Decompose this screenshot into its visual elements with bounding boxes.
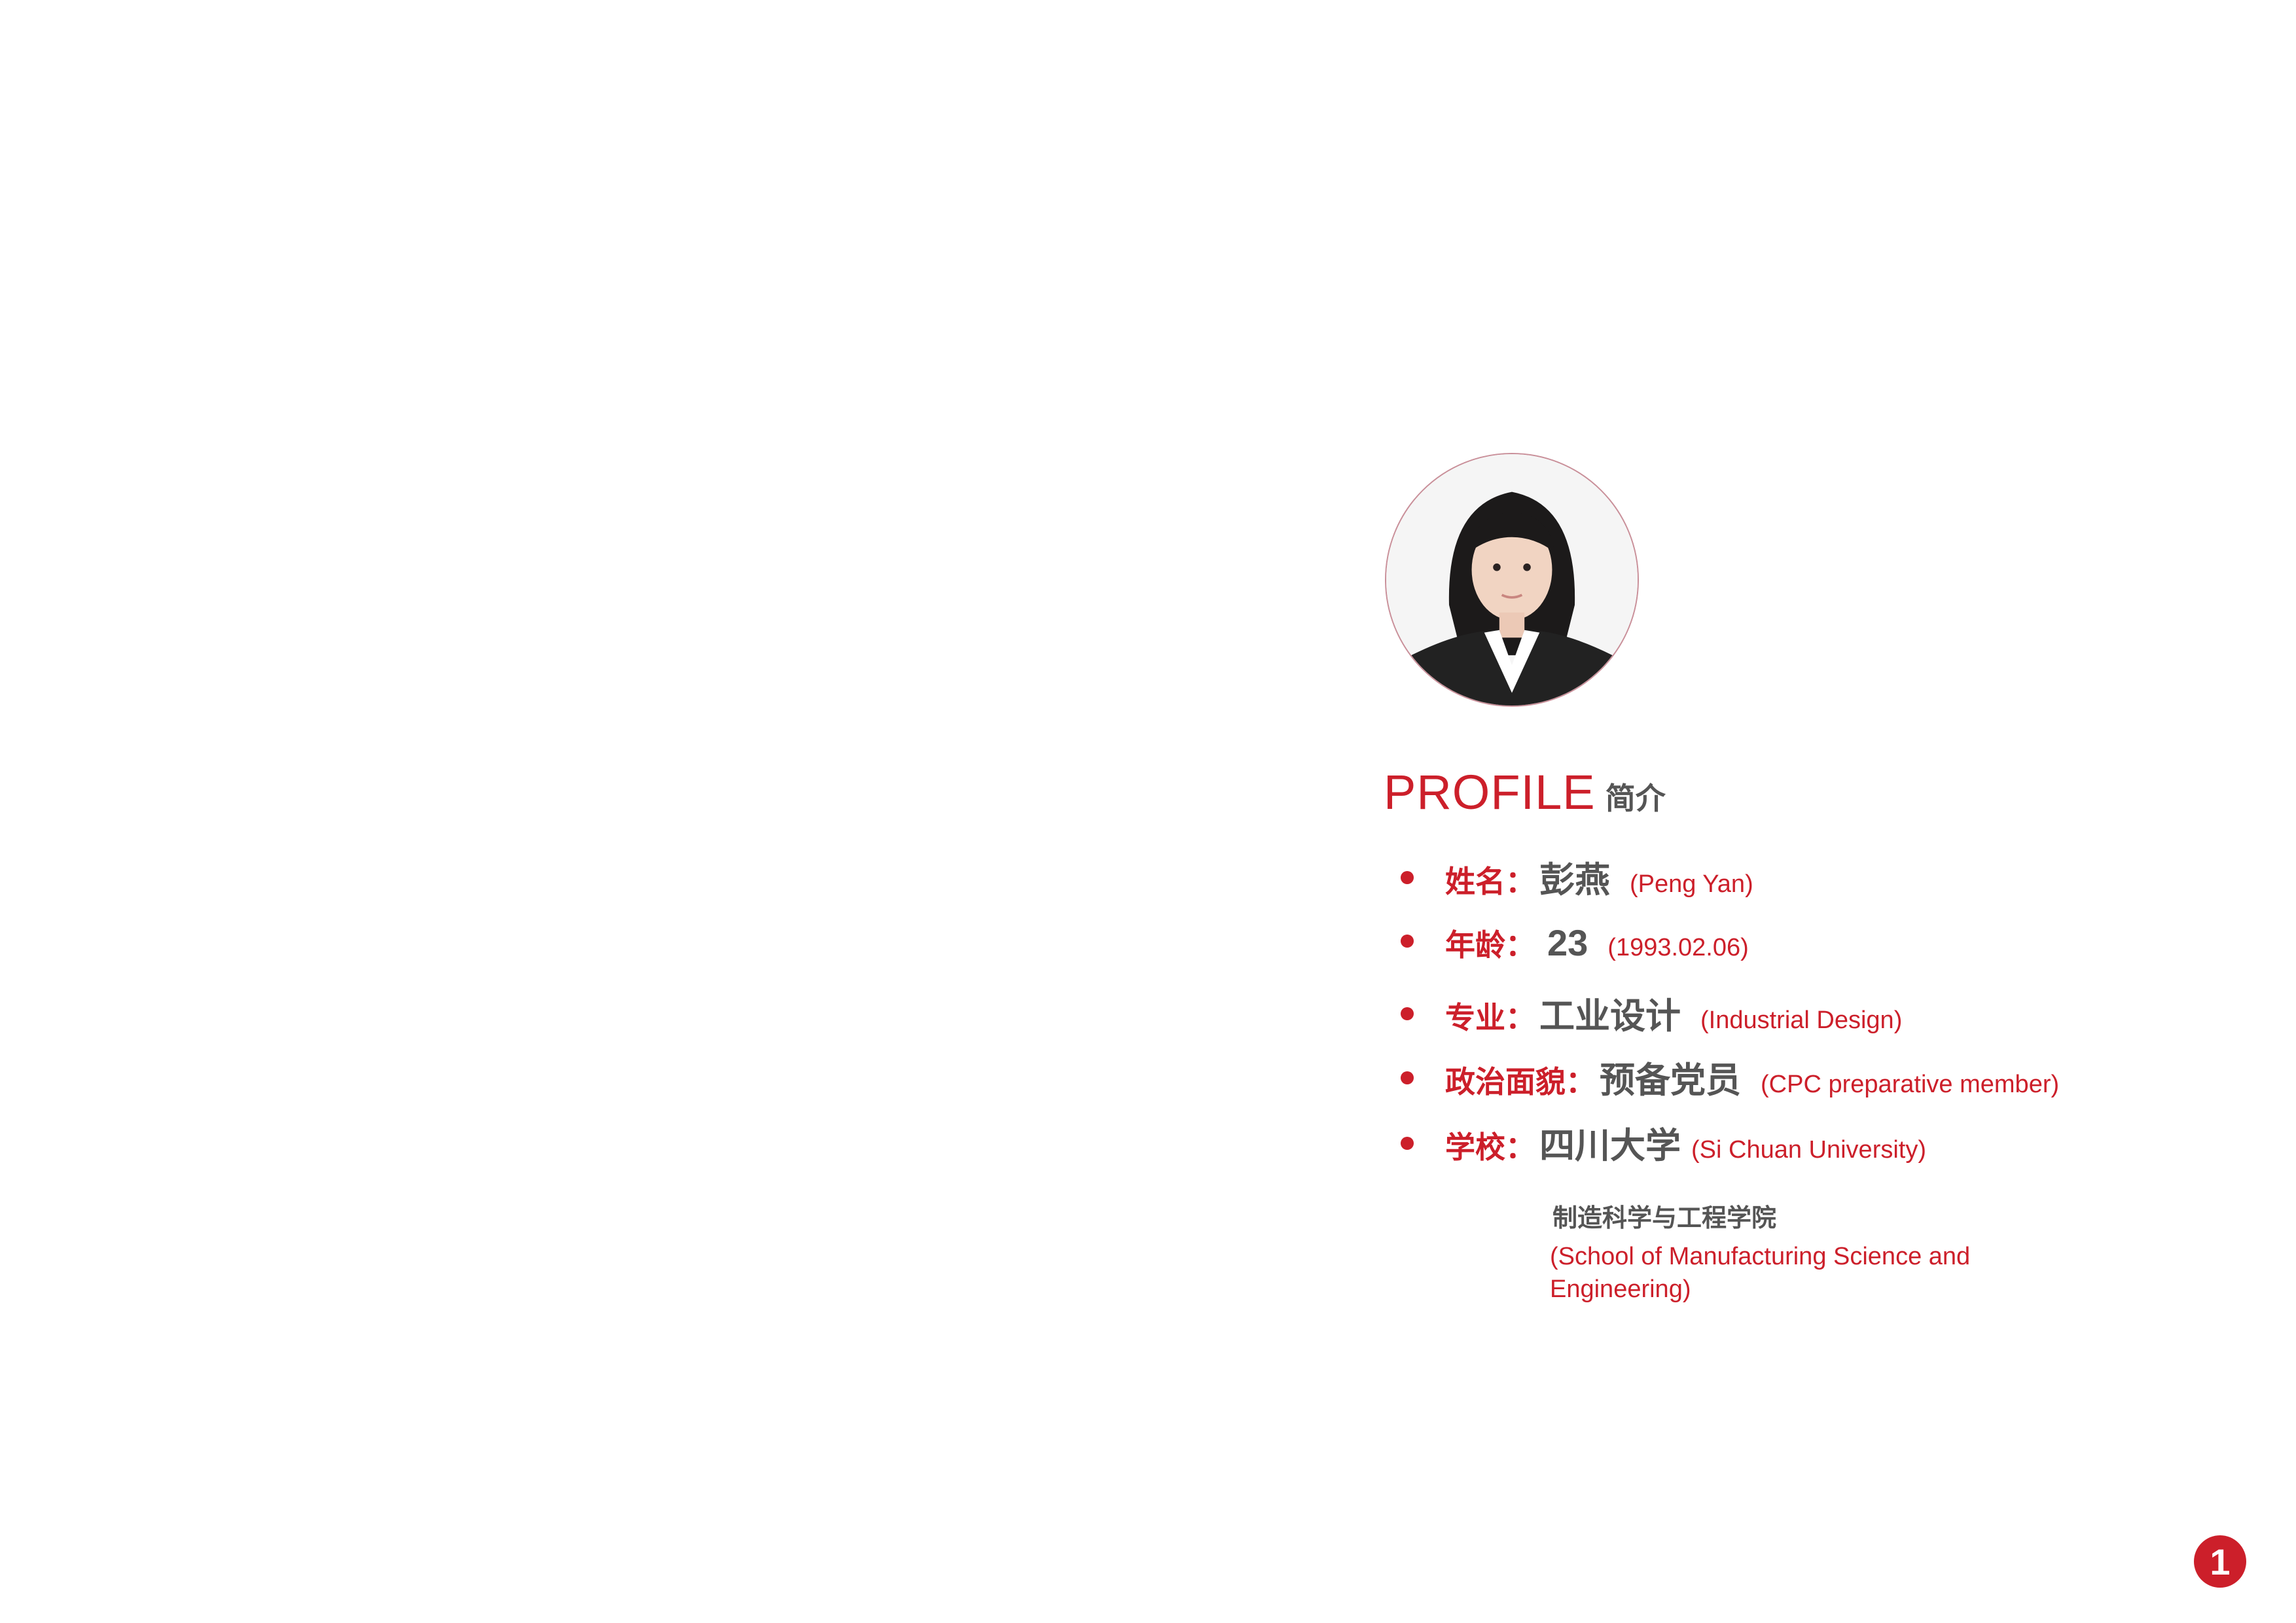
info-value: 彭燕	[1539, 859, 1610, 901]
profile-photo	[1385, 453, 1639, 707]
school-department-cn: 制造科学与工程学院	[1552, 1204, 1777, 1232]
info-note: (Industrial Design)	[1700, 1007, 1903, 1034]
info-value: 预备党员	[1600, 1060, 1741, 1101]
info-label: 政治面貌：	[1445, 1064, 1596, 1099]
info-value: 23	[1547, 922, 1588, 963]
bullet-icon	[1401, 935, 1414, 948]
bullet-icon	[1401, 1071, 1414, 1084]
info-note: (Peng Yan)	[1630, 870, 1753, 898]
info-label: 学校：	[1445, 1130, 1535, 1165]
info-note: (CPC preparative member)	[1761, 1071, 2060, 1098]
info-label: 年龄：	[1445, 927, 1535, 963]
bullet-icon	[1401, 1137, 1414, 1150]
bullet-icon	[1401, 1007, 1414, 1020]
info-row-name: 姓名： 彭燕 (Peng Yan)	[1401, 851, 1753, 902]
info-row-age: 年龄： 23 (1993.02.06)	[1401, 921, 1749, 965]
info-row-school: 学校： 四川大学 (Si Chuan University)	[1401, 1116, 1926, 1168]
profile-heading-cn: 简介	[1605, 781, 1666, 816]
info-note: (Si Chuan University)	[1691, 1136, 1926, 1164]
portrait-illustration	[1386, 454, 1638, 705]
info-label: 姓名：	[1445, 864, 1535, 899]
bullet-icon	[1401, 871, 1414, 884]
profile-heading-en: PROFILE	[1384, 765, 1596, 819]
info-value: 工业设计	[1539, 995, 1681, 1037]
info-row-political-status: 政治面貌： 预备党员 (CPC preparative member)	[1401, 1051, 2059, 1103]
school-department-en: (School of Manufacturing Science and Eng…	[1550, 1243, 1971, 1303]
info-note: (1993.02.06)	[1607, 934, 1749, 961]
page-number-badge: 1	[2194, 1535, 2246, 1588]
info-label: 专业：	[1445, 1000, 1535, 1035]
profile-heading: PROFILE 简介	[1384, 764, 1666, 820]
info-row-major: 专业： 工业设计 (Industrial Design)	[1401, 987, 1902, 1039]
info-value: 四川大学	[1539, 1125, 1681, 1166]
